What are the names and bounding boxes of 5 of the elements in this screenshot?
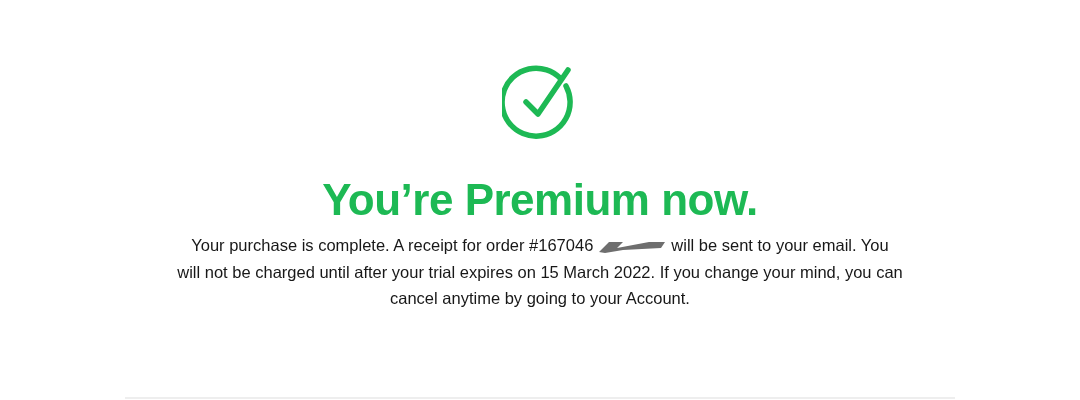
message-text: cancel anytime by going to your Account. bbox=[390, 289, 690, 309]
message-text: will be sent to your email. You bbox=[671, 236, 889, 256]
success-heading: You’re Premium now. bbox=[322, 176, 758, 225]
message-text: will not be charged until after your trial expires on 15 March 2022. If you change your mind, you can bbox=[177, 262, 903, 282]
message-text: Your purchase is complete. A receipt for order #167046 bbox=[191, 236, 594, 256]
